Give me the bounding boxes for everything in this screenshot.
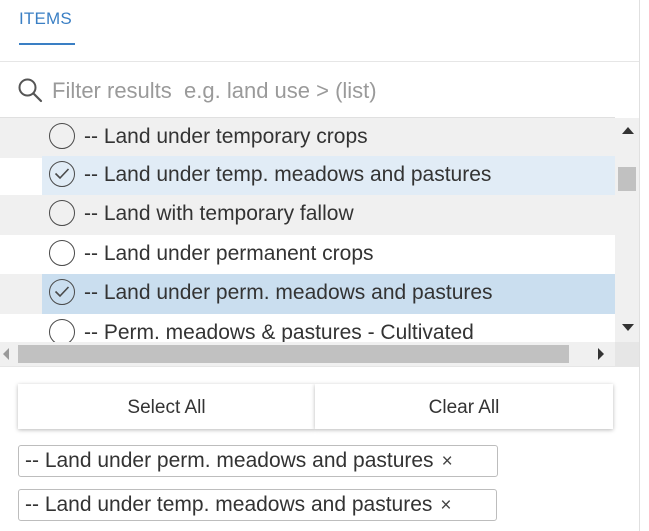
scroll-left-arrow-icon[interactable] bbox=[3, 348, 9, 360]
list-item-label: -- Land under permanent crops bbox=[84, 242, 374, 265]
radio-unchecked-icon[interactable] bbox=[49, 200, 75, 226]
scroll-down-arrow-icon[interactable] bbox=[622, 324, 634, 331]
radio-unchecked-icon[interactable] bbox=[49, 123, 75, 149]
selected-chip: -- Land under perm. meadows and pastures… bbox=[18, 445, 498, 477]
list-item-label: -- Land under temporary crops bbox=[84, 125, 368, 148]
list-item[interactable]: -- Land under permanent crops bbox=[0, 235, 615, 275]
checkmark-icon[interactable] bbox=[49, 279, 75, 305]
radio-unchecked-icon[interactable] bbox=[49, 240, 75, 266]
results-list: -- Land under temporary crops -- Land un… bbox=[0, 117, 615, 343]
close-icon[interactable]: × bbox=[440, 496, 451, 515]
divider bbox=[0, 366, 639, 367]
panel-right-border bbox=[639, 0, 640, 531]
chip-label: -- Land under perm. meadows and pastures bbox=[25, 449, 434, 472]
list-item[interactable]: -- Perm. meadows & pastures - Cultivated bbox=[0, 314, 615, 343]
list-item[interactable]: -- Land under temp. meadows and pastures bbox=[0, 156, 615, 196]
tab-items[interactable]: ITEMS bbox=[19, 9, 72, 29]
list-item-label: -- Land with temporary fallow bbox=[84, 202, 354, 225]
close-icon[interactable]: × bbox=[442, 452, 453, 471]
radio-unchecked-icon[interactable] bbox=[49, 319, 75, 343]
list-item[interactable]: -- Land under perm. meadows and pastures bbox=[0, 274, 615, 314]
divider bbox=[0, 61, 639, 62]
tab-active-indicator bbox=[19, 43, 75, 45]
chip-label: -- Land under temp. meadows and pastures bbox=[25, 493, 433, 516]
scroll-right-arrow-icon[interactable] bbox=[598, 348, 604, 360]
select-all-button[interactable]: Select All bbox=[18, 384, 315, 429]
search-input[interactable] bbox=[52, 74, 612, 108]
checkmark-icon[interactable] bbox=[49, 161, 75, 187]
search-icon bbox=[18, 78, 43, 103]
clear-all-button[interactable]: Clear All bbox=[315, 384, 613, 429]
horizontal-scrollbar[interactable] bbox=[0, 342, 615, 366]
vertical-scrollbar[interactable] bbox=[615, 118, 639, 342]
scroll-up-arrow-icon[interactable] bbox=[622, 127, 634, 134]
scroll-corner bbox=[615, 342, 639, 366]
list-item[interactable]: -- Land under temporary crops bbox=[0, 118, 615, 158]
list-item-label: -- Land under temp. meadows and pastures bbox=[84, 163, 492, 186]
list-item[interactable]: -- Land with temporary fallow bbox=[0, 195, 615, 235]
horizontal-scroll-thumb[interactable] bbox=[18, 345, 569, 363]
list-item-label: -- Perm. meadows & pastures - Cultivated bbox=[84, 321, 474, 343]
selected-chip: -- Land under temp. meadows and pastures… bbox=[18, 489, 497, 521]
list-item-label: -- Land under perm. meadows and pastures bbox=[84, 281, 493, 304]
vertical-scroll-thumb[interactable] bbox=[618, 167, 636, 191]
